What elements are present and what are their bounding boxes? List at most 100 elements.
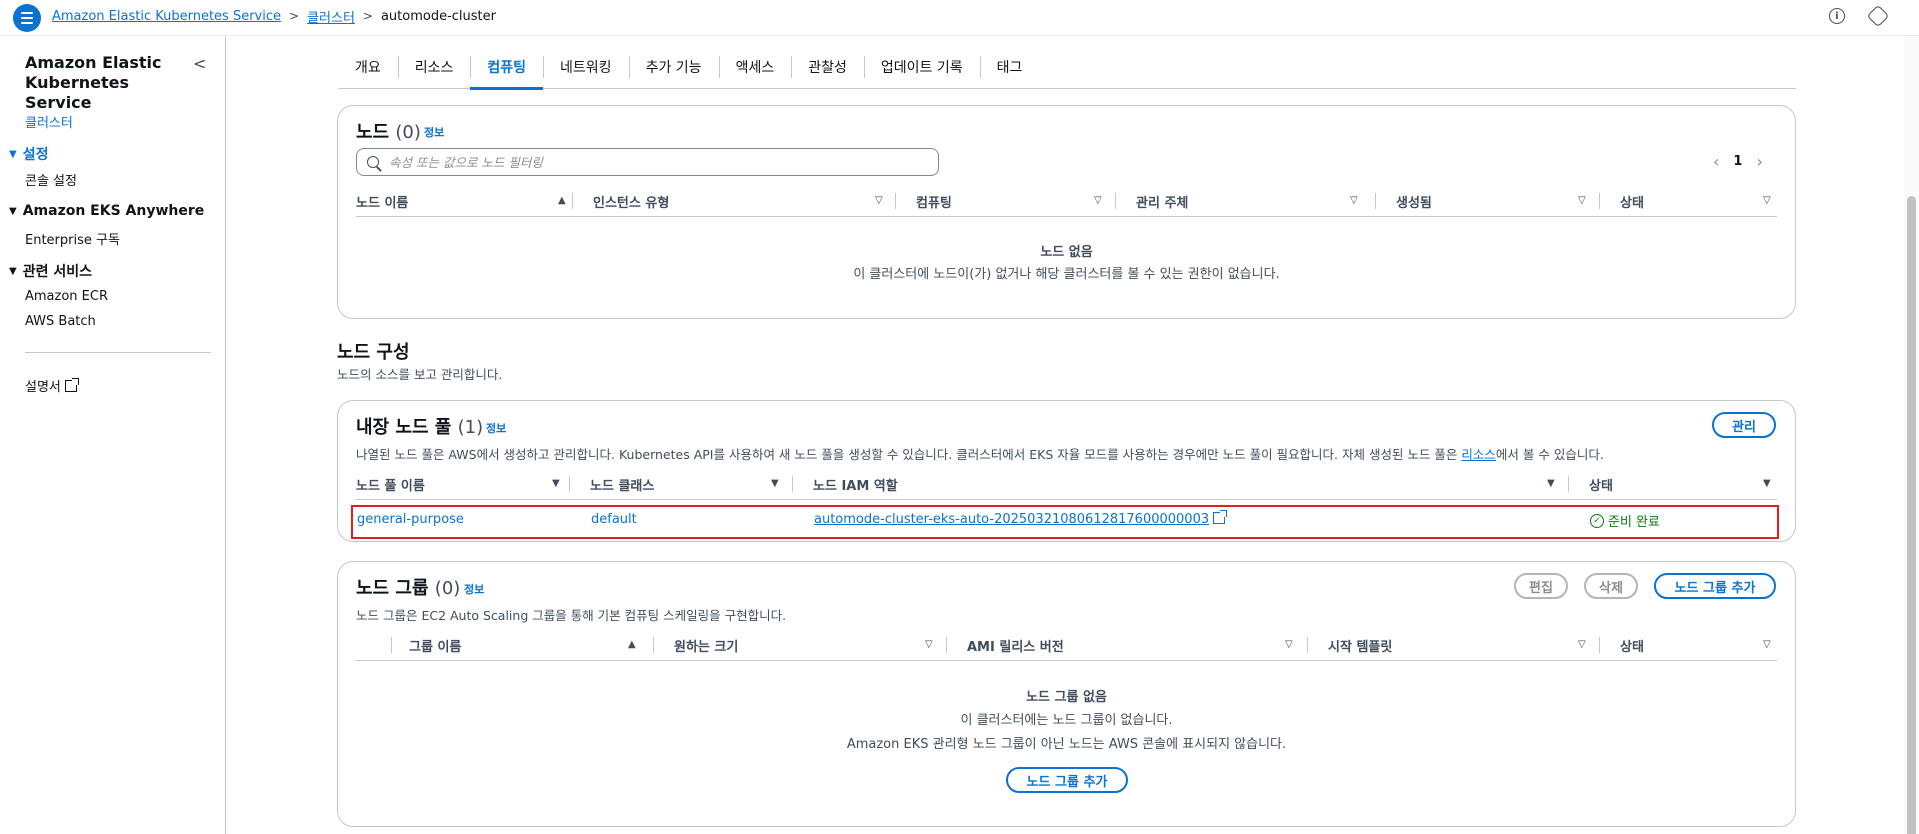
tab-tags[interactable]: 태그 <box>979 51 1040 88</box>
chevron-right-icon: > <box>362 9 373 23</box>
manage-button[interactable]: 관리 <box>1712 412 1776 438</box>
sidebar-section-related-services[interactable]: ▼ 관련 서비스 <box>9 261 92 281</box>
scrollbar[interactable] <box>1904 36 1919 834</box>
column-iam-role[interactable]: 노드 IAM 역할 <box>813 470 898 498</box>
node-groups-empty-note: Amazon EKS 관리형 노드 그룹이 아닌 노드는 AWS 콘솔에 표시되… <box>846 737 1287 752</box>
page-number[interactable]: 1 <box>1733 154 1742 169</box>
sidebar-section-label: 설정 <box>22 147 49 163</box>
column-status[interactable]: 상태 <box>1620 631 1644 659</box>
node-groups-description: 노드 그룹은 EC2 Auto Scaling 그룹을 통해 기본 컴퓨팅 스케… <box>356 608 787 623</box>
nodes-pagination: ‹ 1 › <box>1713 152 1763 171</box>
column-divider <box>895 193 896 209</box>
column-node-pool-name[interactable]: 노드 풀 이름 <box>356 470 425 498</box>
sort-icon[interactable]: ▼ <box>771 478 779 489</box>
edit-button[interactable]: 편집 <box>1514 573 1568 599</box>
tab-bar: 개요 리소스 컴퓨팅 네트워킹 추가 기능 액세스 관찰성 업데이트 기록 태그 <box>338 51 1796 90</box>
sidebar-section-label: Amazon EKS Anywhere <box>22 203 205 219</box>
menu-icon[interactable] <box>13 4 41 32</box>
empty-add-node-group-button[interactable]: 노드 그룹 추가 <box>1006 767 1128 793</box>
nodes-panel: 노드 (0) 정보 ‹ 1 › 노드 이름 ▲ 인스턴스 유형 ▽ 컴퓨팅 ▽ … <box>337 105 1796 319</box>
node-search-input[interactable] <box>389 154 909 170</box>
sort-icon[interactable]: ▽ <box>1578 639 1586 650</box>
collapse-icon[interactable]: < <box>193 54 206 73</box>
sidebar-divider <box>25 352 211 353</box>
sidebar-item-docs[interactable]: 설명서 <box>25 376 79 395</box>
sort-icon[interactable]: ▼ <box>1763 478 1771 489</box>
column-node-name[interactable]: 노드 이름 <box>356 187 408 215</box>
node-pools-table-header: 노드 풀 이름 ▼ 노드 클래스 ▼ 노드 IAM 역할 ▼ 상태 ▼ <box>356 470 1777 500</box>
tab-add-ons[interactable]: 추가 기능 <box>628 51 719 88</box>
node-pools-info-link[interactable]: 정보 <box>486 420 506 436</box>
sort-icon[interactable]: ▽ <box>1094 195 1102 206</box>
next-page-icon[interactable]: › <box>1756 152 1762 171</box>
sort-ascending-icon[interactable]: ▲ <box>628 639 636 650</box>
column-compute[interactable]: 컴퓨팅 <box>916 187 952 215</box>
sort-icon[interactable]: ▽ <box>1578 195 1586 206</box>
column-created[interactable]: 생성됨 <box>1396 187 1432 215</box>
column-node-class[interactable]: 노드 클래스 <box>590 470 654 498</box>
sidebar-item-batch[interactable]: AWS Batch <box>25 314 96 329</box>
sidebar-title[interactable]: Amazon Elastic Kubernetes Service <box>25 53 185 113</box>
sidebar-section-eks-anywhere[interactable]: ▼ Amazon EKS Anywhere <box>9 203 204 219</box>
side-navigation: Amazon Elastic Kubernetes Service < 클러스터… <box>0 36 226 834</box>
sidebar-section-settings[interactable]: ▼ 설정 <box>9 144 48 164</box>
delete-button[interactable]: 삭제 <box>1584 573 1638 599</box>
column-status[interactable]: 상태 <box>1589 470 1613 498</box>
column-divider <box>1115 193 1116 209</box>
sort-icon[interactable]: ▽ <box>1285 639 1293 650</box>
sort-icon[interactable]: ▼ <box>1547 478 1555 489</box>
sort-icon[interactable]: ▽ <box>1763 639 1771 650</box>
node-pools-title-text: 내장 노드 풀 <box>356 417 452 438</box>
add-node-group-button[interactable]: 노드 그룹 추가 <box>1654 573 1776 599</box>
tab-networking[interactable]: 네트워킹 <box>543 51 629 88</box>
node-pools-title: 내장 노드 풀 (1) <box>356 413 483 439</box>
node-groups-info-link[interactable]: 정보 <box>464 581 484 597</box>
column-divider <box>1375 193 1376 209</box>
sort-icon[interactable]: ▼ <box>552 478 560 489</box>
node-groups-empty-text: 이 클러스터에는 노드 그룹이 없습니다. <box>960 713 1173 728</box>
chevron-right-icon: > <box>289 9 300 23</box>
column-group-name[interactable]: 그룹 이름 <box>409 631 461 659</box>
tab-update-history[interactable]: 업데이트 기록 <box>863 51 980 88</box>
settings-icon[interactable] <box>1866 4 1890 28</box>
sort-icon[interactable]: ▽ <box>1763 195 1771 206</box>
sort-icon[interactable]: ▽ <box>875 195 883 206</box>
sidebar-item-enterprise[interactable]: Enterprise 구독 <box>25 229 120 248</box>
caret-down-icon: ▼ <box>9 148 17 160</box>
column-launch-template[interactable]: 시작 템플릿 <box>1328 631 1392 659</box>
sort-icon[interactable]: ▽ <box>925 639 933 650</box>
nodes-table-header: 노드 이름 ▲ 인스턴스 유형 ▽ 컴퓨팅 ▽ 관리 주체 ▽ 생성됨 ▽ 상태… <box>356 187 1777 217</box>
tab-observability[interactable]: 관찰성 <box>791 51 864 88</box>
tab-compute[interactable]: 컴퓨팅 <box>470 51 543 90</box>
sidebar-item-console-settings[interactable]: 콘솔 설정 <box>25 170 77 189</box>
description-text: 나열된 노드 풀은 AWS에서 생성하고 관리합니다. Kubernetes A… <box>356 447 1462 462</box>
node-search-field[interactable] <box>356 148 939 176</box>
column-status[interactable]: 상태 <box>1620 187 1644 215</box>
sidebar-item-ecr[interactable]: Amazon ECR <box>25 289 108 304</box>
column-desired-size[interactable]: 원하는 크기 <box>674 631 738 659</box>
column-ami-release[interactable]: AMI 릴리스 버전 <box>967 631 1064 659</box>
resources-link[interactable]: 리소스 <box>1461 447 1496 462</box>
sort-icon[interactable]: ▽ <box>1350 195 1358 206</box>
column-divider <box>1599 637 1600 653</box>
sidebar-item-label: 설명서 <box>25 380 61 395</box>
scrollbar-thumb[interactable] <box>1907 196 1916 834</box>
breadcrumb-clusters[interactable]: 클러스터 <box>307 7 355 26</box>
breadcrumb-eks[interactable]: Amazon Elastic Kubernetes Service <box>52 9 281 24</box>
nodes-title-text: 노드 <box>356 122 390 143</box>
tab-overview[interactable]: 개요 <box>338 51 398 88</box>
column-managed-by[interactable]: 관리 주체 <box>1136 187 1188 215</box>
sort-ascending-icon[interactable]: ▲ <box>558 195 566 206</box>
node-config-description: 노드의 소스를 보고 관리합니다. <box>337 367 503 382</box>
node-groups-table-header: 그룹 이름 ▲ 원하는 크기 ▽ AMI 릴리스 버전 ▽ 시작 템플릿 ▽ 상… <box>356 631 1777 661</box>
prev-page-icon[interactable]: ‹ <box>1713 152 1719 171</box>
column-instance-type[interactable]: 인스턴스 유형 <box>593 187 669 215</box>
node-pools-count: (1) <box>457 417 484 438</box>
tab-resources[interactable]: 리소스 <box>397 51 471 88</box>
column-divider <box>1307 637 1308 653</box>
nodes-info-link[interactable]: 정보 <box>424 124 444 140</box>
tab-access[interactable]: 액세스 <box>718 51 792 88</box>
info-icon[interactable]: i <box>1829 8 1845 24</box>
column-divider <box>1568 476 1569 492</box>
sidebar-item-clusters[interactable]: 클러스터 <box>25 112 73 131</box>
